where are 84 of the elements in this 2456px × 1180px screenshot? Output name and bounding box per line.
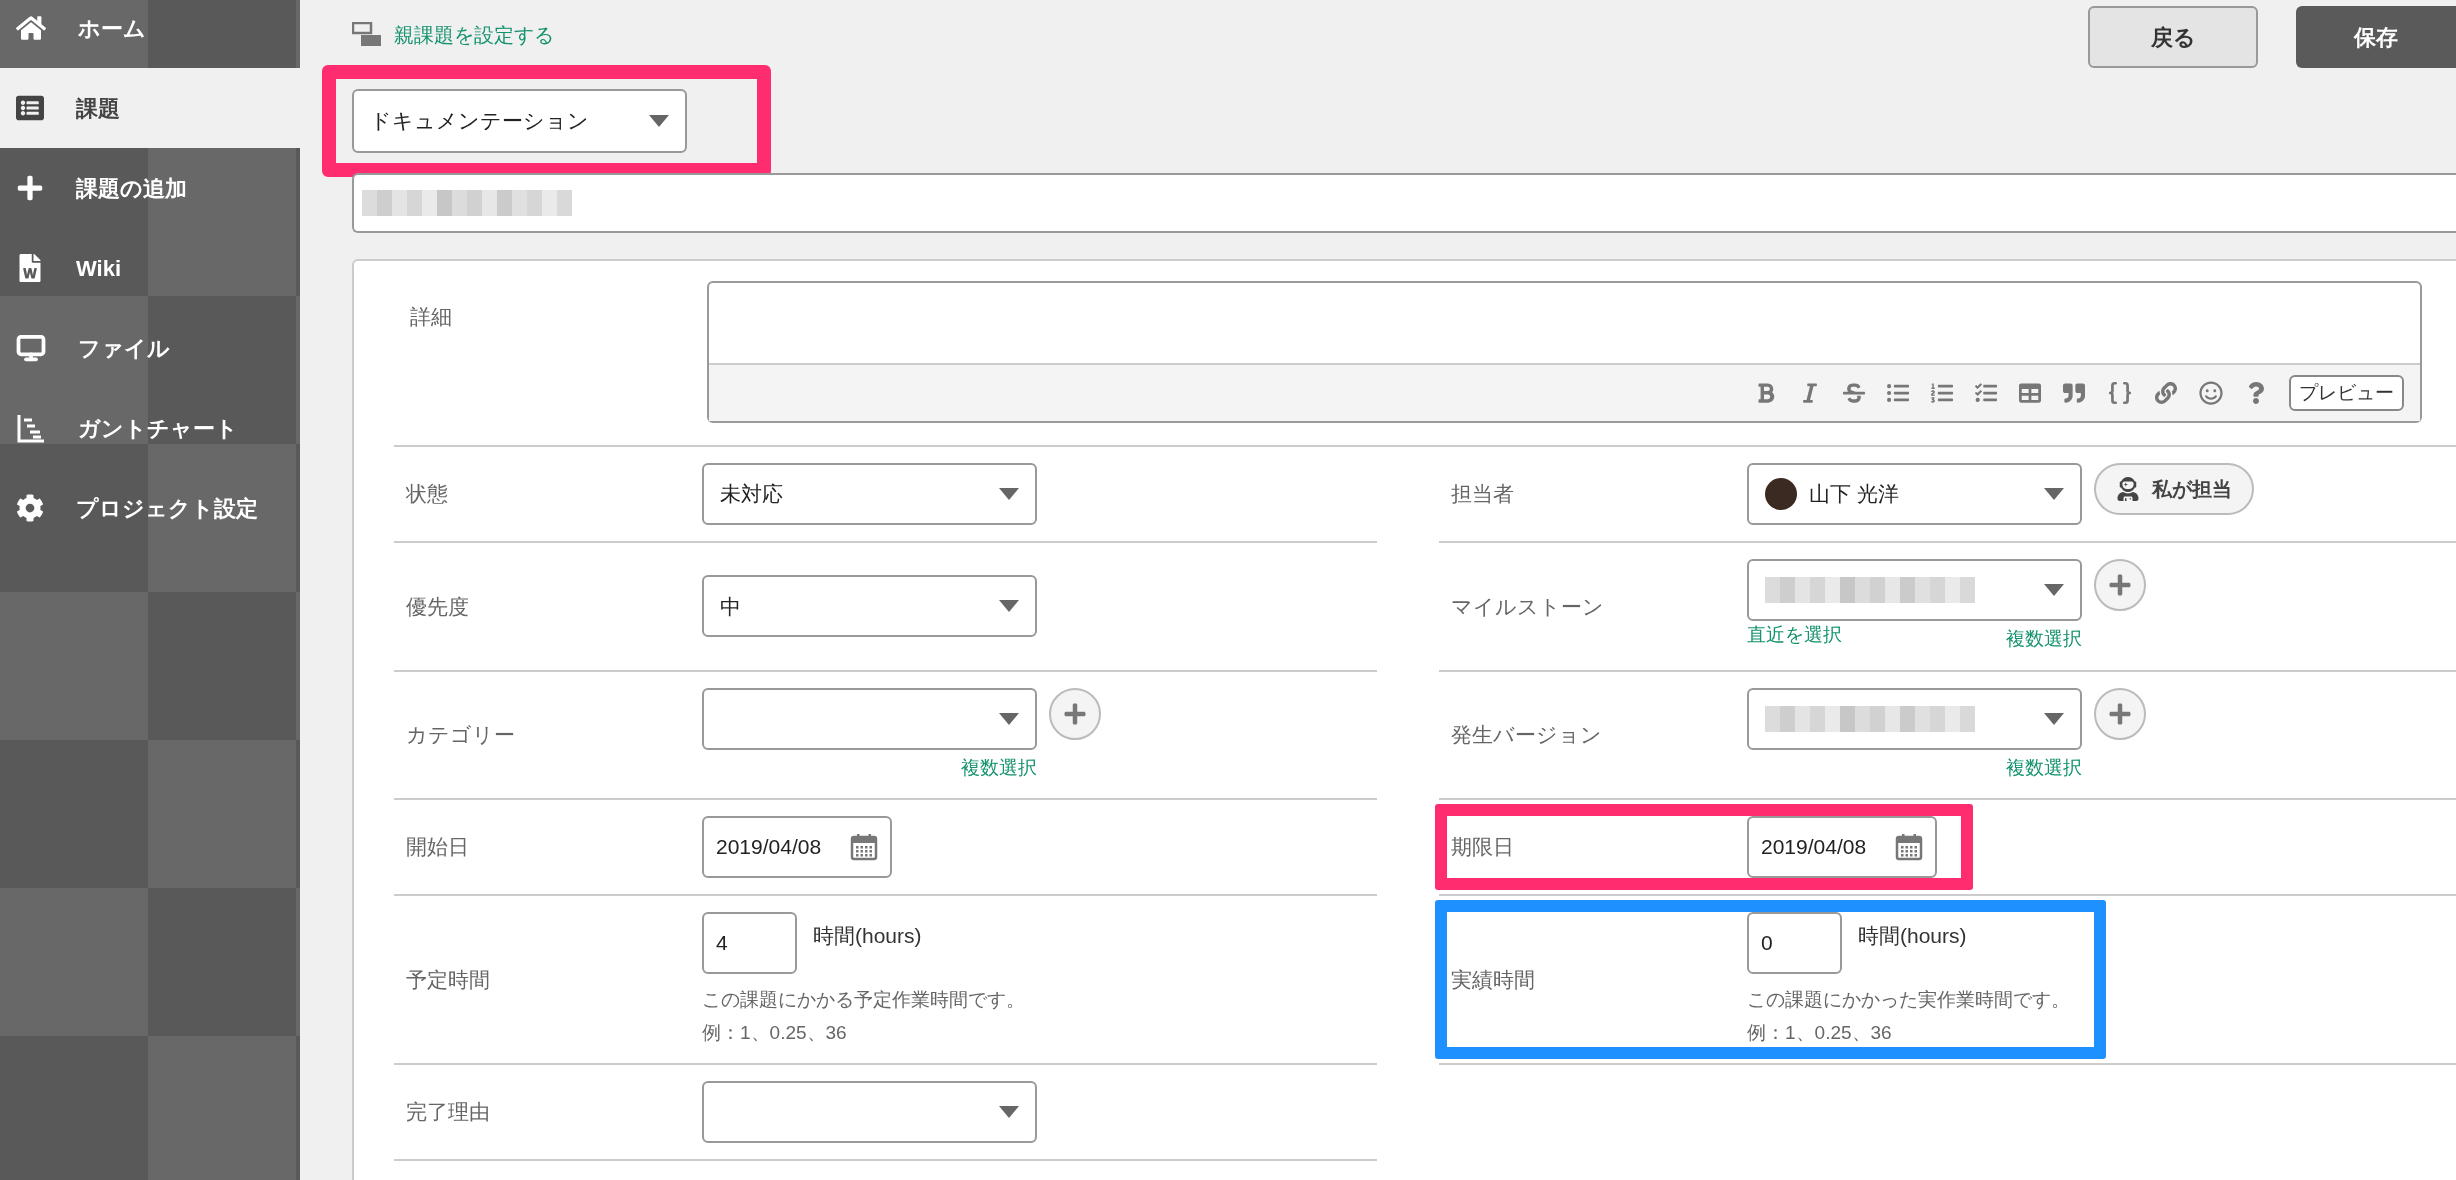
preview-button[interactable]: プレビュー <box>2289 374 2404 412</box>
unit-label: 時間(hours) <box>1858 923 1967 949</box>
select-link[interactable]: 直近を選択 <box>1747 621 1842 654</box>
sidebar-item[interactable]: プロジェクト設定 <box>0 468 300 548</box>
strikethrough-icon[interactable] <box>1843 382 1865 404</box>
caret-icon <box>2044 712 2064 725</box>
date-field[interactable]: 2019/04/08 <box>1747 816 1937 878</box>
plus-icon <box>2108 573 2132 597</box>
sidebar-item[interactable]: ファイル <box>0 308 300 388</box>
table-icon[interactable] <box>2019 382 2041 404</box>
settings-icon <box>16 494 44 522</box>
select-value: 中 <box>720 593 741 620</box>
numbered-list-icon[interactable] <box>1931 382 1953 404</box>
calendar-icon <box>1895 833 1923 861</box>
field-label: 状態 <box>405 481 449 508</box>
hierarchy-icon <box>352 22 382 48</box>
calendar-icon <box>850 833 878 861</box>
example-text: 例：1、0.25、36 <box>702 1020 848 1045</box>
sidebar-item[interactable]: Wiki <box>0 228 300 308</box>
code-braces-icon[interactable] <box>2107 380 2133 406</box>
help-text: この課題にかかる予定作業時間です。 <box>702 988 1025 1012</box>
select-field[interactable] <box>1747 687 2082 750</box>
field-label: マイルストーン <box>1450 593 1605 620</box>
select-link[interactable]: 複数選択 <box>961 753 1037 782</box>
select-field[interactable]: 山下 光洋 <box>1747 463 2082 525</box>
caret-icon <box>2044 584 2064 596</box>
details-editor[interactable]: プレビュー <box>707 281 2422 423</box>
checklist-icon[interactable] <box>1975 382 1997 404</box>
select-field[interactable] <box>702 1081 1037 1143</box>
sidebar-item[interactable]: 課題 <box>0 68 300 148</box>
bulleted-list-icon[interactable] <box>1887 382 1909 404</box>
plus-icon <box>2108 701 2132 726</box>
help-text: この課題にかかった実作業時間です。 <box>1747 988 2070 1012</box>
quote-icon[interactable] <box>2063 382 2085 404</box>
issue-type-select[interactable]: ドキュメンテーション <box>352 89 687 153</box>
hours-input[interactable]: 0 <box>1747 912 1842 974</box>
select-field[interactable] <box>702 687 1037 750</box>
unit-label: 時間(hours) <box>813 923 922 949</box>
select-link[interactable]: 複数選択 <box>2006 625 2082 654</box>
monitor-icon <box>16 333 46 363</box>
parent-issue-link[interactable]: 親課題を設定する <box>352 20 554 50</box>
select-field[interactable] <box>1747 559 2082 621</box>
list-icon <box>16 94 44 122</box>
gantt-chart-icon <box>16 413 46 443</box>
select-field[interactable]: 未対応 <box>702 463 1037 525</box>
add-button[interactable] <box>2094 559 2146 611</box>
save-button[interactable]: 保存 <box>2296 6 2456 68</box>
field-label: 完了理由 <box>405 1099 491 1126</box>
add-button[interactable] <box>1049 687 1101 740</box>
summary-field[interactable] <box>352 173 2456 233</box>
plus-icon <box>1063 701 1087 726</box>
date-field[interactable]: 2019/04/08 <box>702 816 892 878</box>
field-label: 実績時間 <box>1450 966 1536 993</box>
assign-to-me-button[interactable]: 私が担当 <box>2094 463 2254 515</box>
plus-icon <box>16 174 44 202</box>
sidebar-item[interactable]: ホーム <box>0 0 300 68</box>
field-label: 期限日 <box>1450 834 1515 861</box>
example-text: 例：1、0.25、36 <box>1747 1020 1893 1045</box>
select-link[interactable]: 複数選択 <box>2006 753 2082 782</box>
select-field[interactable]: 中 <box>702 575 1037 638</box>
caret-icon <box>999 600 1019 613</box>
caret-icon <box>649 115 669 127</box>
field-label: 詳細 <box>409 304 453 330</box>
caret-icon <box>999 488 1019 500</box>
caret-icon <box>999 712 1019 725</box>
select-value: 未対応 <box>720 481 783 508</box>
hours-input[interactable]: 4 <box>702 912 797 974</box>
field-label: 予定時間 <box>405 966 491 993</box>
field-label: カテゴリー <box>405 722 516 748</box>
add-button[interactable] <box>2094 687 2146 740</box>
person-icon <box>2116 477 2140 501</box>
select-value: 山下 光洋 <box>1809 481 1899 508</box>
field-label: 開始日 <box>405 834 470 861</box>
field-label: 発生バージョン <box>1450 722 1603 748</box>
sidebar-item[interactable]: ガントチャート <box>0 388 300 468</box>
caret-icon <box>2044 488 2064 500</box>
link-icon[interactable] <box>2155 382 2177 404</box>
sidebar-item[interactable]: 課題の追加 <box>0 148 300 228</box>
back-button[interactable]: 戻る <box>2088 6 2258 68</box>
smiley-icon[interactable] <box>2199 381 2223 405</box>
home-icon <box>16 13 46 43</box>
caret-icon <box>999 1106 1019 1118</box>
field-label: 担当者 <box>1450 481 1515 508</box>
field-label: 優先度 <box>405 593 470 620</box>
